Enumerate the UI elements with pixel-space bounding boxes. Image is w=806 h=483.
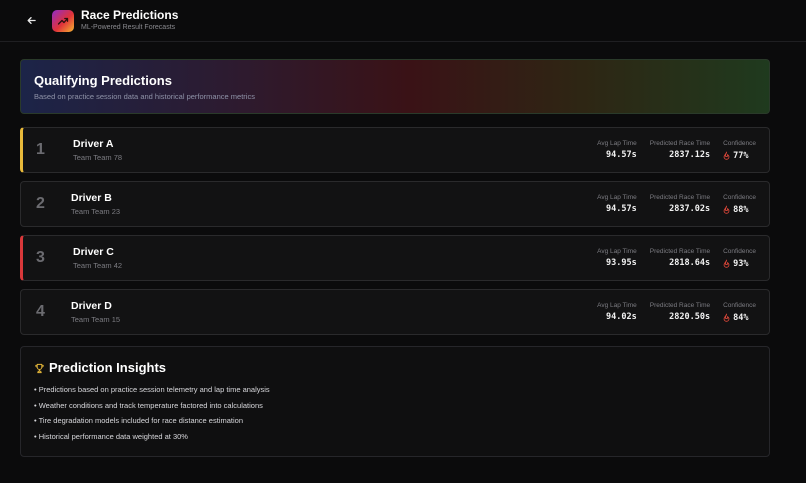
confidence-label: Confidence xyxy=(723,301,756,309)
driver-team: Team Team 42 xyxy=(73,260,123,270)
insights-header: Prediction Insights xyxy=(34,360,756,376)
arrow-left-icon xyxy=(27,16,36,25)
avg-lap-value: 94.57s xyxy=(606,149,637,160)
confidence-row: 77% xyxy=(723,149,748,162)
avg-lap-value: 93.95s xyxy=(606,257,637,268)
driver-stats: Avg Lap Time 94.02s Predicted Race Time … xyxy=(597,301,769,324)
driver-team: Team Team 23 xyxy=(71,206,121,216)
insight-item: Weather conditions and track temperature… xyxy=(34,401,756,411)
race-time-label: Predicted Race Time xyxy=(649,193,711,201)
driver-stats: Avg Lap Time 93.95s Predicted Race Time … xyxy=(597,247,769,270)
page-subtitle: ML-Powered Result Forecasts xyxy=(81,24,176,31)
driver-position: 1 xyxy=(36,141,45,158)
flame-icon xyxy=(723,259,730,268)
race-time-stat: Predicted Race Time 2837.12s xyxy=(650,139,710,162)
insights-title: Prediction Insights xyxy=(49,360,167,375)
driver-team: Team Team 78 xyxy=(73,152,123,162)
race-time-label: Predicted Race Time xyxy=(649,301,711,309)
confidence-value: 77% xyxy=(733,150,749,161)
driver-info: Driver C Team Team 42 xyxy=(73,246,122,271)
avg-lap-value: 94.02s xyxy=(606,311,637,322)
confidence-row: 88% xyxy=(723,203,748,216)
flame-icon xyxy=(723,313,730,322)
avg-lap-label: Avg Lap Time xyxy=(597,247,637,255)
driver-name: Driver A xyxy=(73,137,114,150)
driver-info: Driver A Team Team 78 xyxy=(73,138,122,163)
race-time-stat: Predicted Race Time 2818.64s xyxy=(650,247,710,270)
driver-card[interactable]: 3 Driver C Team Team 42 Avg Lap Time 93.… xyxy=(20,235,770,281)
back-button[interactable] xyxy=(24,14,38,28)
avg-lap-stat: Avg Lap Time 94.02s xyxy=(597,301,637,324)
trending-up-icon xyxy=(57,17,69,25)
driver-stats: Avg Lap Time 94.57s Predicted Race Time … xyxy=(597,139,769,162)
driver-team: Team Team 15 xyxy=(71,314,121,324)
driver-name: Driver D xyxy=(71,299,112,312)
flame-icon xyxy=(723,151,730,160)
driver-name: Driver B xyxy=(71,191,112,204)
avg-lap-label: Avg Lap Time xyxy=(597,193,637,201)
insight-item: Tire degradation models included for rac… xyxy=(34,416,756,426)
driver-info: Driver D Team Team 15 xyxy=(71,300,120,325)
race-time-value: 2837.12s xyxy=(669,149,711,160)
driver-info: Driver B Team Team 23 xyxy=(71,192,120,217)
avg-lap-stat: Avg Lap Time 94.57s xyxy=(597,193,637,216)
race-time-value: 2820.50s xyxy=(669,311,711,322)
driver-card[interactable]: 1 Driver A Team Team 78 Avg Lap Time 94.… xyxy=(20,127,770,173)
confidence-stat: Confidence 93% xyxy=(723,247,756,270)
prediction-insights-panel: Prediction Insights Predictions based on… xyxy=(20,346,770,457)
banner-subtitle: Based on practice session data and histo… xyxy=(34,92,255,101)
avg-lap-stat: Avg Lap Time 94.57s xyxy=(597,139,637,162)
driver-position: 2 xyxy=(36,195,45,212)
driver-position: 4 xyxy=(36,303,45,320)
app-header: Race Predictions ML-Powered Result Forec… xyxy=(0,0,806,42)
confidence-value: 84% xyxy=(733,312,749,323)
race-time-value: 2818.64s xyxy=(669,257,711,268)
confidence-row: 93% xyxy=(723,257,748,270)
confidence-stat: Confidence 84% xyxy=(723,301,756,324)
driver-name: Driver C xyxy=(73,245,114,258)
header-text: Race Predictions ML-Powered Result Forec… xyxy=(81,8,178,33)
confidence-value: 88% xyxy=(733,204,749,215)
page-title: Race Predictions xyxy=(81,8,179,22)
driver-position: 3 xyxy=(36,249,45,266)
banner-title: Qualifying Predictions xyxy=(34,73,172,88)
driver-prediction-list: 1 Driver A Team Team 78 Avg Lap Time 94.… xyxy=(20,127,770,343)
confidence-stat: Confidence 77% xyxy=(723,139,756,162)
confidence-label: Confidence xyxy=(723,193,756,201)
avg-lap-value: 94.57s xyxy=(606,203,637,214)
race-time-stat: Predicted Race Time 2820.50s xyxy=(650,301,710,324)
race-time-label: Predicted Race Time xyxy=(649,247,711,255)
confidence-label: Confidence xyxy=(723,247,756,255)
race-time-value: 2837.02s xyxy=(669,203,711,214)
trophy-icon xyxy=(35,363,44,373)
race-time-stat: Predicted Race Time 2837.02s xyxy=(650,193,710,216)
avg-lap-label: Avg Lap Time xyxy=(597,301,637,309)
confidence-label: Confidence xyxy=(723,139,756,147)
qualifying-banner: Qualifying Predictions Based on practice… xyxy=(20,59,770,114)
driver-card[interactable]: 2 Driver B Team Team 23 Avg Lap Time 94.… xyxy=(20,181,770,227)
driver-stats: Avg Lap Time 94.57s Predicted Race Time … xyxy=(597,193,769,216)
app-logo xyxy=(52,9,74,32)
insight-item: Predictions based on practice session te… xyxy=(34,385,756,395)
flame-icon xyxy=(723,205,730,214)
avg-lap-label: Avg Lap Time xyxy=(597,139,637,147)
confidence-stat: Confidence 88% xyxy=(723,193,756,216)
driver-card[interactable]: 4 Driver D Team Team 15 Avg Lap Time 94.… xyxy=(20,289,770,335)
avg-lap-stat: Avg Lap Time 93.95s xyxy=(597,247,637,270)
insight-list: Predictions based on practice session te… xyxy=(34,385,756,442)
race-time-label: Predicted Race Time xyxy=(649,139,711,147)
insight-item: Historical performance data weighted at … xyxy=(34,432,756,442)
confidence-value: 93% xyxy=(733,258,749,269)
confidence-row: 84% xyxy=(723,311,748,324)
